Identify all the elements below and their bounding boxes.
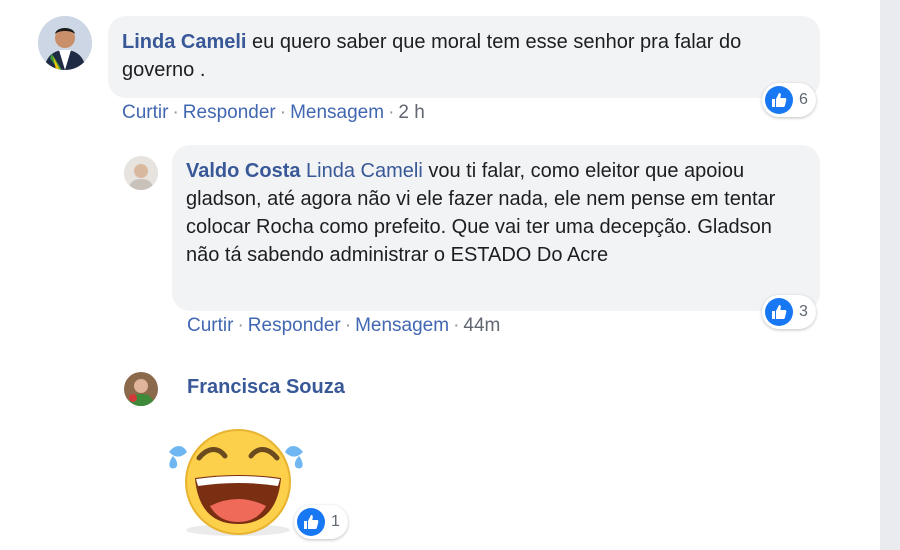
comment-bubble: Linda Cameli eu quero saber que moral te… bbox=[108, 16, 820, 98]
reaction-count-text: 3 bbox=[799, 303, 808, 320]
avatar[interactable] bbox=[124, 156, 158, 190]
reaction-count[interactable]: 1 bbox=[294, 505, 348, 539]
timestamp[interactable]: 2 h bbox=[398, 102, 424, 123]
avatar[interactable] bbox=[124, 372, 158, 406]
like-link[interactable]: Curtir bbox=[122, 102, 168, 123]
reply-link[interactable]: Responder bbox=[248, 315, 341, 336]
laughing-tears-icon bbox=[169, 429, 303, 536]
laughing-tears-emoji-sticker bbox=[165, 426, 307, 538]
message-link[interactable]: Mensagem bbox=[355, 315, 449, 336]
profile-photo-icon bbox=[124, 156, 158, 190]
comments-panel: Linda Cameli eu quero saber que moral te… bbox=[0, 0, 880, 550]
reaction-count[interactable]: 3 bbox=[762, 295, 816, 329]
timestamp[interactable]: 44m bbox=[463, 315, 500, 336]
comment-author[interactable]: Valdo Costa bbox=[186, 160, 300, 182]
profile-photo-icon bbox=[124, 372, 158, 406]
comment-actions: Curtir · Responder · Mensagem · 2 h bbox=[122, 102, 425, 123]
comment-author[interactable]: Linda Cameli bbox=[122, 31, 246, 53]
message-link[interactable]: Mensagem bbox=[290, 102, 384, 123]
like-icon bbox=[765, 86, 793, 114]
mention-link[interactable]: Linda Cameli bbox=[306, 160, 423, 182]
like-icon bbox=[765, 298, 793, 326]
like-link[interactable]: Curtir bbox=[187, 315, 233, 336]
reaction-count-text: 1 bbox=[331, 513, 340, 530]
reaction-count-text: 6 bbox=[799, 91, 808, 108]
comment-actions: Curtir · Responder · Mensagem · 44m bbox=[187, 315, 501, 336]
profile-photo-icon bbox=[38, 16, 92, 70]
avatar[interactable] bbox=[38, 16, 92, 70]
like-icon bbox=[297, 508, 325, 536]
reply-link[interactable]: Responder bbox=[183, 102, 276, 123]
reply-bubble: Valdo Costa Linda Cameli vou ti falar, c… bbox=[172, 145, 820, 311]
comment-author[interactable]: Francisca Souza bbox=[187, 376, 345, 399]
reaction-count[interactable]: 6 bbox=[762, 83, 816, 117]
